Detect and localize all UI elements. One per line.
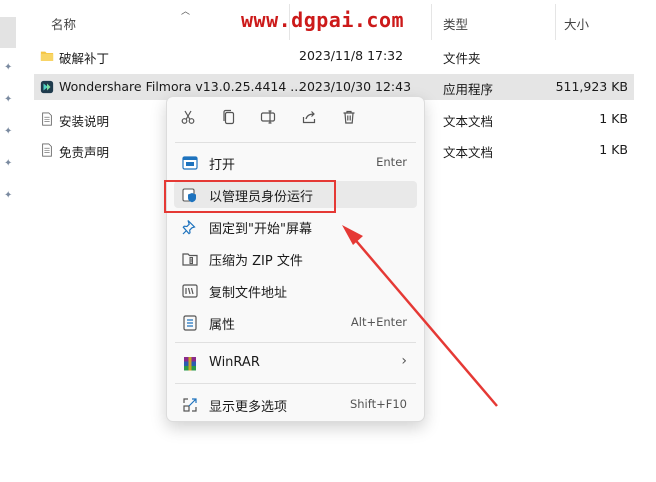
annotation-arrow bbox=[342, 225, 498, 407]
